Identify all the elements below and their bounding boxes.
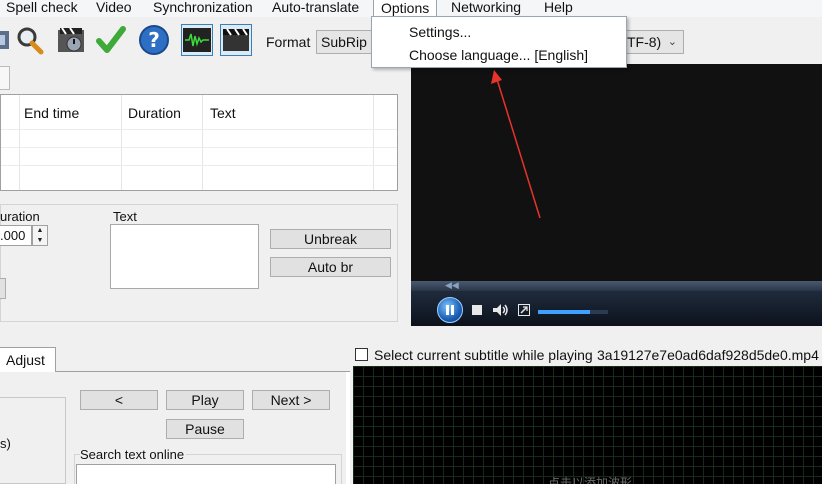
grid-row-divider (1, 165, 397, 166)
menu-auto-translate[interactable]: Auto-translate (272, 0, 359, 17)
find-icon[interactable] (13, 24, 45, 56)
video-progress-bar[interactable]: ◀◀ (411, 281, 822, 291)
menu-item-settings[interactable]: Settings... (409, 24, 471, 40)
pause-button[interactable]: Pause (166, 419, 244, 439)
tab-adjust[interactable]: Adjust (0, 347, 56, 372)
select-while-playing-label[interactable]: Select current subtitle while playing (374, 347, 593, 363)
fullscreen-icon[interactable] (518, 304, 530, 319)
menu-bar: Spell check Video Synchronization Auto-t… (0, 0, 822, 17)
menu-options[interactable]: Options (373, 0, 438, 17)
format-select[interactable]: SubRip ( (316, 30, 376, 54)
search-online-label: Search text online (80, 447, 187, 462)
encoding-value: TF-8) (627, 34, 662, 50)
subtitle-grid[interactable]: End time Duration Text (0, 94, 398, 191)
menu-video[interactable]: Video (96, 0, 132, 17)
grid-header-divider (1, 129, 397, 130)
unbreak-button[interactable]: Unbreak (270, 229, 391, 249)
grid-column-divider (202, 95, 203, 190)
menu-help[interactable]: Help (544, 0, 573, 17)
menu-networking[interactable]: Networking (451, 0, 521, 17)
waveform-hint: 点击以添加波形 (548, 476, 633, 484)
search-input[interactable] (76, 464, 336, 484)
stop-icon[interactable] (472, 305, 482, 315)
encoding-select[interactable]: TF-8) ⌄ (620, 30, 684, 54)
text-label: Text (113, 209, 137, 224)
svg-text:?: ? (148, 28, 160, 52)
next-button[interactable]: Next > (252, 390, 330, 410)
grid-column-divider (121, 95, 122, 190)
partial-label: s) (0, 436, 11, 451)
video-toggle-icon[interactable] (220, 24, 252, 56)
grid-row-divider (1, 147, 397, 148)
volume-level (538, 310, 590, 314)
grid-column-divider (373, 95, 374, 190)
partial-button[interactable] (0, 278, 6, 299)
previous-button[interactable]: < (80, 390, 158, 410)
filename-text: 3a19127e7e0ad6daf928d5de0.mp4 (597, 347, 819, 363)
video-filename: 3a19127e7e0ad6daf928d5de0.mp4 1 (597, 347, 822, 363)
menu-spell-check[interactable]: Spell check (6, 0, 78, 17)
select-while-playing-checkbox[interactable] (355, 348, 368, 361)
chevron-up-icon[interactable]: ▲ (33, 226, 47, 236)
column-header-text[interactable]: Text (210, 105, 236, 121)
play-button[interactable]: Play (166, 390, 244, 410)
waveform-panel[interactable] (353, 366, 822, 484)
fix-errors-icon[interactable] (55, 24, 87, 56)
auto-br-button[interactable]: Auto br (270, 257, 391, 277)
duration-input[interactable]: .000 (0, 225, 32, 246)
format-label: Format (266, 34, 311, 50)
chevron-down-icon[interactable]: ▼ (33, 236, 47, 246)
duration-stepper[interactable]: ▲ ▼ (32, 225, 48, 246)
column-header-end-time[interactable]: End time (24, 105, 79, 121)
spell-check-icon[interactable] (95, 24, 127, 56)
pause-icon[interactable] (437, 297, 463, 323)
chevron-down-icon: ⌄ (667, 36, 677, 48)
rewind-icon: ◀◀ (445, 280, 459, 290)
subtitle-text-input[interactable] (110, 224, 259, 289)
tab-stub[interactable] (0, 66, 10, 90)
column-header-duration[interactable]: Duration (128, 105, 181, 121)
menu-synchronization[interactable]: Synchronization (153, 0, 253, 17)
annotation-arrow (491, 70, 541, 219)
volume-icon[interactable] (492, 303, 510, 320)
duration-label: uration (0, 209, 40, 224)
grid-column-divider (19, 95, 20, 190)
waveform-toggle-icon[interactable] (181, 24, 213, 56)
help-icon[interactable]: ? (138, 24, 170, 56)
